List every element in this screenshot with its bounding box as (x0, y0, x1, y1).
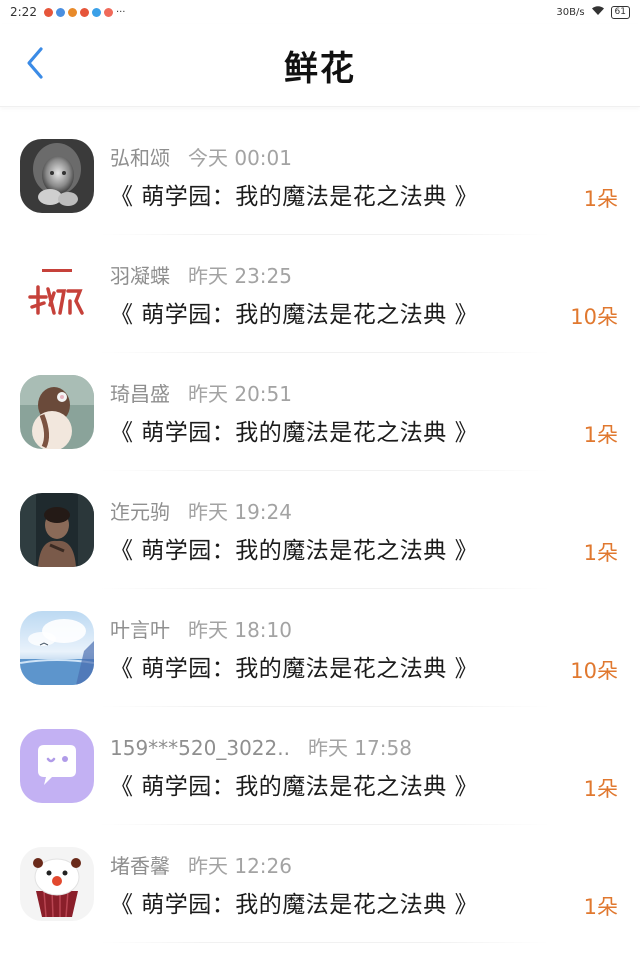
book-title[interactable]: 《 萌学园：我的魔法是花之法典 》 (110, 885, 640, 919)
item-body: 羽凝蝶 昨天 23:25 《 萌学园：我的魔法是花之法典 》 (110, 260, 640, 329)
item-meta: 堵香馨 昨天 12:26 (110, 850, 640, 879)
username[interactable]: 迮元驹 (110, 496, 170, 525)
status-bar: 2:22 ··· 30B/s 61 (0, 0, 640, 24)
username[interactable]: 弘和颂 (110, 142, 170, 171)
default-chat-bubble-icon (20, 729, 94, 803)
list-item[interactable]: 159***520_3022.. 昨天 17:58 《 萌学园：我的魔法是花之法… (0, 707, 640, 825)
book-title[interactable]: 《 萌学园：我的魔法是花之法典 》 (110, 295, 640, 329)
girl-with-flower-image (20, 375, 94, 449)
flower-amount: 1朵 (583, 777, 618, 801)
weibo-notification-icon-2 (79, 7, 89, 17)
battery-level: 61 (614, 6, 626, 17)
book-title[interactable]: 《 萌学园：我的魔法是花之法典 》 (110, 413, 640, 447)
status-left: 2:22 ··· (10, 5, 126, 19)
status-right: 30B/s 61 (556, 5, 630, 19)
book-title[interactable]: 《 萌学园：我的魔法是花之法典 》 (110, 649, 640, 683)
more-notifications-icon: ··· (115, 6, 126, 18)
book-title[interactable]: 《 萌学园：我的魔法是花之法典 》 (110, 177, 640, 211)
flower-amount: 1朵 (583, 895, 618, 919)
item-body: 琦昌盛 昨天 20:51 《 萌学园：我的魔法是花之法典 》 (110, 378, 640, 447)
timestamp: 昨天 12:26 (188, 853, 292, 878)
timestamp: 昨天 17:58 (307, 735, 412, 760)
username[interactable]: 叶言叶 (110, 614, 170, 643)
chevron-left-icon (25, 46, 45, 84)
cloud-notification-icon (55, 7, 65, 17)
item-meta: 叶言叶 昨天 18:10 (110, 614, 640, 643)
network-speed: 30B/s (556, 6, 585, 18)
list-item[interactable]: 琦昌盛 昨天 20:51 《 萌学园：我的魔法是花之法典 》 1朵 (0, 353, 640, 471)
header: 鲜花 (0, 24, 640, 107)
book-title[interactable]: 《 萌学园：我的魔法是花之法典 》 (110, 531, 640, 565)
timestamp: 昨天 19:24 (188, 499, 292, 524)
item-meta: 弘和颂 今天 00:01 (110, 142, 640, 171)
back-button[interactable] (20, 45, 50, 85)
browser-notification-icon (91, 7, 101, 17)
flower-gift-list: 弘和颂 今天 00:01 《 萌学园：我的魔法是花之法典 》 1朵 羽凝蝶 昨天… (0, 107, 640, 943)
list-item[interactable]: 堵香馨 昨天 12:26 《 萌学园：我的魔法是花之法典 》 1朵 (0, 825, 640, 943)
child-portrait-image (20, 139, 94, 213)
item-body: 弘和颂 今天 00:01 《 萌学园：我的魔法是花之法典 》 (110, 142, 640, 211)
video-notification-icon (103, 7, 113, 17)
timestamp: 昨天 18:10 (188, 617, 292, 642)
flower-amount: 1朵 (583, 541, 618, 565)
book-title[interactable]: 《 萌学园：我的魔法是花之法典 》 (110, 767, 640, 801)
avatar[interactable] (20, 493, 94, 567)
avatar[interactable] (20, 139, 94, 213)
flower-amount: 1朵 (583, 187, 618, 211)
list-item[interactable]: 羽凝蝶 昨天 23:25 《 萌学园：我的魔法是花之法典 》 10朵 (0, 235, 640, 353)
avatar[interactable] (20, 611, 94, 685)
item-body: 159***520_3022.. 昨天 17:58 《 萌学园：我的魔法是花之法… (110, 732, 640, 801)
username[interactable]: 琦昌盛 (110, 378, 170, 407)
timestamp: 今天 00:01 (188, 145, 292, 170)
red-calligraphy-image (20, 257, 94, 331)
timestamp: 昨天 20:51 (188, 381, 292, 406)
item-meta: 159***520_3022.. 昨天 17:58 (110, 732, 640, 761)
snowman-cupcake-image (20, 847, 94, 921)
battery-icon: 61 (610, 5, 630, 19)
weibo-notification-icon (43, 7, 53, 17)
item-body: 叶言叶 昨天 18:10 《 萌学园：我的魔法是花之法典 》 (110, 614, 640, 683)
item-body: 堵香馨 昨天 12:26 《 萌学园：我的魔法是花之法典 》 (110, 850, 640, 919)
list-item[interactable]: 弘和颂 今天 00:01 《 萌学园：我的魔法是花之法典 》 1朵 (0, 117, 640, 235)
avatar[interactable] (20, 257, 94, 331)
timestamp: 昨天 23:25 (188, 263, 292, 288)
page-title: 鲜花 (284, 48, 356, 89)
avatar[interactable] (20, 375, 94, 449)
item-meta: 迮元驹 昨天 19:24 (110, 496, 640, 525)
app-notification-icon (67, 7, 77, 17)
list-item[interactable]: 迮元驹 昨天 19:24 《 萌学园：我的魔法是花之法典 》 1朵 (0, 471, 640, 589)
item-meta: 琦昌盛 昨天 20:51 (110, 378, 640, 407)
flower-amount: 1朵 (583, 423, 618, 447)
username[interactable]: 羽凝蝶 (110, 260, 170, 289)
status-time: 2:22 (10, 5, 37, 19)
list-item[interactable]: 叶言叶 昨天 18:10 《 萌学园：我的魔法是花之法典 》 10朵 (0, 589, 640, 707)
username[interactable]: 159***520_3022.. (110, 736, 290, 760)
item-body: 迮元驹 昨天 19:24 《 萌学园：我的魔法是花之法典 》 (110, 496, 640, 565)
sky-sea-image (20, 611, 94, 685)
item-meta: 羽凝蝶 昨天 23:25 (110, 260, 640, 289)
avatar[interactable] (20, 729, 94, 803)
username[interactable]: 堵香馨 (110, 850, 170, 879)
flower-amount: 10朵 (570, 659, 618, 683)
flower-amount: 10朵 (570, 305, 618, 329)
wifi-icon (591, 5, 605, 19)
avatar[interactable] (20, 847, 94, 921)
dark-portrait-image (20, 493, 94, 567)
